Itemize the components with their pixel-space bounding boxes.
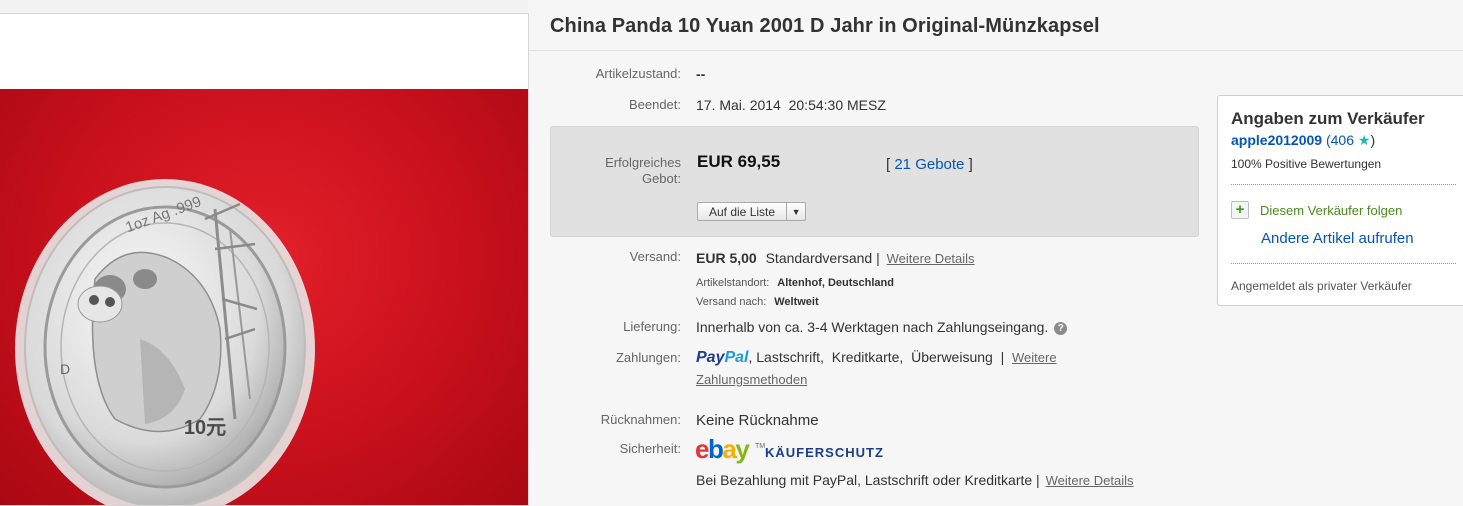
returns-label: Rücknahmen:: [600, 412, 681, 427]
location-value: Altenhof, Deutschland: [777, 277, 894, 289]
paypal-logo-pay: Pay: [696, 349, 725, 366]
seller-info-box: Angaben zum Verkäufer apple2012009 (406 …: [1217, 95, 1463, 306]
ebay-logo-e: e: [695, 434, 709, 464]
delivery-value: Innerhalb von ca. 3-4 Werktagen nach Zah…: [696, 319, 1049, 335]
payments-more-line2: Zahlungsmethoden: [696, 371, 807, 387]
bid-box: Erfolgreiches Gebot: EUR 69,55 [ 21 Gebo…: [550, 126, 1199, 237]
payments-value: , Lastschrift, Kreditkarte, Überweisung …: [748, 349, 1005, 365]
ebay-logo-a: a: [722, 434, 736, 464]
protection-line: Bei Bezahlung mit PayPal, Lastschrift od…: [696, 472, 1134, 488]
ebay-logo-y: y: [735, 434, 749, 464]
title-divider: [529, 50, 1463, 51]
bid-label-line2: Gebot:: [641, 171, 681, 186]
shipping-type: Standardversand |: [765, 250, 880, 266]
payments-label: Zahlungen:: [615, 350, 681, 365]
seller-heading: Angaben zum Verkäufer: [1231, 109, 1425, 128]
delivery-label: Lieferung:: [623, 319, 681, 334]
ships-to-line: Versand nach: Weltweit: [696, 292, 819, 308]
bid-count: [ 21 Gebote ]: [886, 156, 973, 173]
location-label: Artikelstandort:: [696, 277, 770, 289]
bid-label-line1: Erfolgreiches: [605, 155, 681, 170]
delivery-line: Innerhalb von ca. 3-4 Werktagen nach Zah…: [696, 319, 1068, 335]
protection-text: Bei Bezahlung mit PayPal, Lastschrift od…: [696, 472, 1040, 488]
security-label: Sicherheit:: [619, 441, 681, 456]
star-icon: ★: [1357, 132, 1371, 148]
shipping-details-link[interactable]: Weitere Details: [887, 251, 975, 266]
kaeuferschutz-logo: KÄUFERSCHUTZ: [765, 445, 884, 460]
follow-seller-label[interactable]: Diesem Verkäufer folgen: [1260, 203, 1402, 218]
page: 1oz Ag .999 D 10元 China Panda 10 Yuan 20…: [0, 0, 1463, 506]
seller-score-open: (406: [1322, 132, 1358, 148]
seller-score-close: ): [1370, 132, 1376, 148]
seller-positive-feedback: 100% Positive Bewertungen: [1231, 157, 1382, 171]
bid-count-close: ]: [968, 156, 973, 173]
shipping-line: EUR 5,00 Standardversand | Weitere Detai…: [696, 250, 975, 266]
condition-value: --: [696, 66, 706, 82]
seller-username-link[interactable]: apple2012009: [1231, 132, 1322, 148]
ended-label: Beendet:: [628, 97, 681, 112]
coin-value: 10元: [184, 417, 226, 439]
coin-mint-mark: D: [60, 361, 70, 377]
chevron-down-icon[interactable]: ▼: [787, 203, 805, 220]
protection-details-link[interactable]: Weitere Details: [1046, 473, 1134, 488]
ebay-logo-b: b: [707, 434, 724, 464]
returns-value: Keine Rücknahme: [696, 412, 819, 429]
condition-label: Artikelzustand:: [595, 66, 681, 81]
shipping-price: EUR 5,00: [696, 250, 757, 266]
shipping-label: Versand:: [629, 249, 681, 264]
trademark-mark: TM: [755, 443, 766, 450]
other-items-link[interactable]: Andere Artikel aufrufen: [1261, 230, 1414, 247]
bid-history-link[interactable]: 21 Gebote: [894, 156, 964, 173]
item-details: China Panda 10 Yuan 2001 D Jahr in Origi…: [529, 0, 1463, 506]
ships-to-value: Weltweit: [774, 296, 819, 308]
watchlist-button[interactable]: Auf die Liste ▼: [697, 202, 807, 221]
location-line: Artikelstandort: Altenhof, Deutschland: [696, 273, 894, 289]
watchlist-button-label[interactable]: Auf die Liste: [698, 203, 788, 220]
ebay-logo: ebay: [695, 434, 750, 465]
divider: [1231, 184, 1456, 185]
coin-photo: 1oz Ag .999 D 10元: [15, 179, 315, 505]
ended-value: 17. Mai. 2014 20:54:30 MESZ: [696, 97, 886, 113]
plus-icon[interactable]: +: [1231, 201, 1249, 219]
divider: [1231, 263, 1456, 264]
paypal-logo: PayPal: [696, 349, 748, 366]
item-image-frame[interactable]: 1oz Ag .999 D 10元: [0, 13, 529, 506]
payments-line: PayPal, Lastschrift, Kreditkarte, Überwe…: [696, 349, 1057, 367]
private-seller-note: Angemeldet als privater Verkäufer: [1231, 279, 1412, 293]
ships-to-label: Versand nach:: [696, 296, 767, 308]
payments-more-link[interactable]: Weitere: [1012, 350, 1057, 365]
seller-name-line: apple2012009 (406 ★): [1231, 132, 1375, 149]
follow-seller-link[interactable]: + Diesem Verkäufer folgen: [1231, 201, 1402, 219]
paypal-logo-pal: Pal: [724, 349, 749, 366]
page-title: China Panda 10 Yuan 2001 D Jahr in Origi…: [550, 15, 1100, 37]
winning-bid-price: EUR 69,55: [697, 152, 781, 171]
payment-methods-link[interactable]: Zahlungsmethoden: [696, 372, 807, 387]
image-top-area: [0, 14, 528, 89]
help-icon[interactable]: ?: [1054, 322, 1068, 335]
bid-count-open: [: [886, 156, 891, 173]
